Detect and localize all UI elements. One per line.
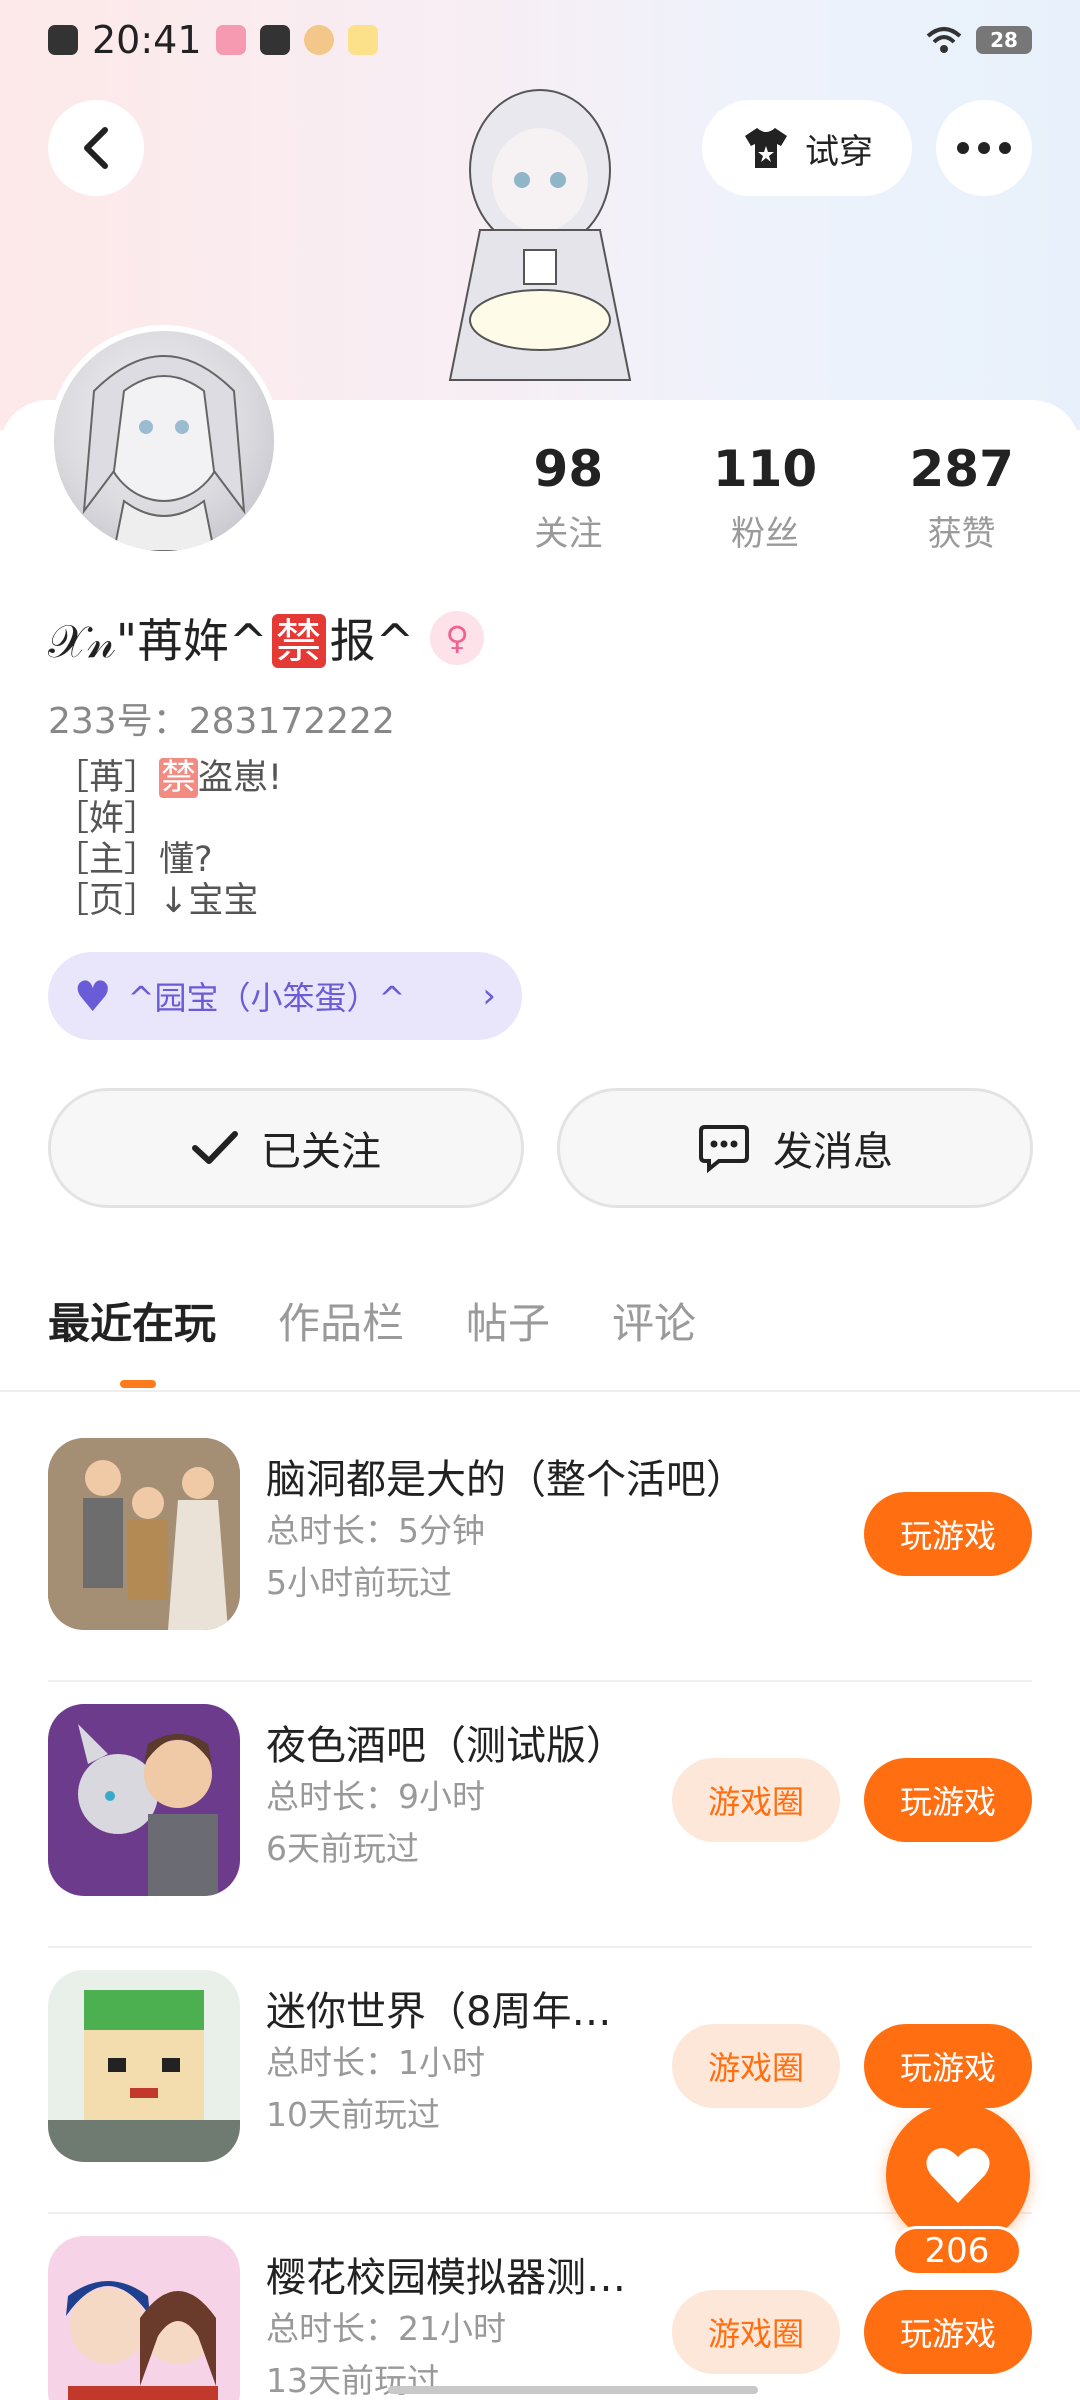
game-circle-button[interactable]: 游戏圈	[672, 1758, 840, 1842]
game-item[interactable]: 夜色酒吧（测试版） 总时长：9小时 6天前玩过 游戏圈 玩游戏	[48, 1682, 1032, 1948]
game-duration: 总时长：1小时	[266, 2043, 485, 2082]
like-count: 206	[892, 2226, 1022, 2276]
banned-badge: 禁	[271, 614, 326, 668]
notification-square-icon	[259, 25, 290, 55]
guild-label: ^园宝（小笨蛋）^	[127, 979, 406, 1017]
play-game-button[interactable]: 玩游戏	[864, 1758, 1032, 1842]
stat-value: 98	[533, 440, 604, 498]
status-bar: 20:41 28	[0, 0, 1080, 80]
tab-recently-played[interactable]: 最近在玩	[48, 1290, 216, 1351]
bio-line: ［姩］	[54, 799, 160, 839]
profile-stats: 98 关注 110 粉丝 287 获赞	[470, 440, 1060, 555]
avatar-illustration	[82, 355, 246, 551]
game-title: 夜色酒吧（测试版）	[266, 1723, 626, 1769]
play-game-button[interactable]: 玩游戏	[864, 1492, 1032, 1576]
bio-line: ［页］↓宝宝	[54, 881, 259, 921]
stat-likes[interactable]: 287 获赞	[863, 440, 1060, 555]
more-dots-icon	[957, 142, 1011, 154]
game-item[interactable]: 迷你世界（8周年… 总时长：1小时 10天前玩过 游戏圈 玩游戏	[48, 1948, 1032, 2214]
notification-app-icon	[215, 25, 246, 55]
close-box-icon	[48, 25, 78, 55]
game-last-played: 10天前玩过	[266, 2095, 440, 2134]
banned-badge: 禁	[159, 758, 199, 798]
stat-label: 粉丝	[731, 514, 799, 554]
profile-tabs: 最近在玩 作品栏 帖子 评论	[48, 1290, 696, 1351]
mascot-illustration	[448, 89, 632, 381]
stat-value: 287	[909, 440, 1014, 498]
try-on-label: 试穿	[805, 131, 873, 172]
monkey-app-icon	[303, 25, 334, 55]
guild-badge[interactable]: ♥ ^园宝（小笨蛋）^ ›	[48, 952, 522, 1040]
bio-line: ［苒］禁盗崽!	[54, 758, 283, 798]
game-duration: 总时长：9小时	[266, 1777, 485, 1816]
active-tab-indicator	[120, 1380, 156, 1388]
game-icon	[48, 1970, 240, 2162]
female-gender-icon: ♀	[430, 611, 485, 665]
more-button[interactable]	[936, 100, 1032, 196]
tabs-divider	[0, 1390, 1080, 1392]
status-time: 20:41	[92, 18, 202, 62]
game-duration: 总时长：21小时	[266, 2309, 506, 2348]
stat-label: 获赞	[927, 514, 996, 554]
score-app-icon	[347, 25, 378, 55]
game-last-played: 6天前玩过	[266, 1829, 419, 1868]
try-on-button[interactable]: 试穿	[702, 100, 912, 196]
avatar[interactable]	[48, 325, 280, 557]
play-game-button[interactable]: 玩游戏	[864, 2024, 1032, 2108]
username-prefix: 𝒳𝓃"苒姩^	[48, 614, 268, 668]
back-arrow-icon	[84, 127, 108, 169]
chevron-right-icon: ›	[482, 976, 496, 1016]
checkmark-icon	[192, 1131, 238, 1164]
followed-label: 已关注	[261, 1129, 381, 1175]
game-title: 樱花校园模拟器测…	[266, 2255, 626, 2301]
game-duration: 总时长：5分钟	[266, 1511, 485, 1550]
game-circle-button[interactable]: 游戏圈	[672, 2290, 840, 2374]
back-button[interactable]	[48, 100, 144, 196]
game-last-played: 5小时前玩过	[266, 1563, 452, 1602]
send-message-button[interactable]: 发消息	[557, 1088, 1033, 1208]
followed-button[interactable]: 已关注	[48, 1088, 524, 1208]
heart-icon	[926, 2148, 990, 2203]
user-id: 233号：283172222	[48, 701, 395, 742]
username-row: 𝒳𝓃"苒姩^ 禁报^ ♀	[48, 605, 485, 671]
home-indicator[interactable]	[388, 2386, 758, 2394]
bio-line: ［主］懂?	[54, 840, 213, 880]
game-circle-button[interactable]: 游戏圈	[672, 2024, 840, 2108]
play-game-button[interactable]: 玩游戏	[864, 2290, 1032, 2374]
wifi-icon	[926, 27, 962, 53]
game-title: 脑洞都是大的（整个活吧）	[266, 1457, 746, 1503]
game-icon	[48, 2236, 240, 2400]
game-title: 迷你世界（8周年…	[266, 1989, 612, 2035]
username-suffix: 报^	[329, 614, 415, 668]
battery-icon: 28	[976, 26, 1032, 54]
game-item[interactable]: 脑洞都是大的（整个活吧） 总时长：5分钟 5小时前玩过 玩游戏	[48, 1416, 1032, 1682]
send-message-label: 发消息	[773, 1129, 893, 1175]
username: 𝒳𝓃"苒姩^ 禁报^	[48, 605, 414, 671]
tab-posts[interactable]: 帖子	[466, 1290, 550, 1351]
tab-works[interactable]: 作品栏	[278, 1290, 404, 1351]
bio: ［苒］禁盗崽! ［姩］ ［主］懂? ［页］↓宝宝	[54, 758, 282, 922]
game-icon	[48, 1438, 240, 1630]
stat-value: 110	[712, 440, 818, 498]
stat-followers[interactable]: 110 粉丝	[667, 440, 864, 555]
game-icon	[48, 1704, 240, 1896]
tshirt-icon	[745, 128, 787, 168]
purple-heart-icon: ♥	[74, 971, 112, 1021]
chat-bubble-icon	[699, 1125, 749, 1173]
tab-comments[interactable]: 评论	[612, 1290, 696, 1351]
game-item[interactable]: 樱花校园模拟器测… 总时长：21小时 13天前玩过 游戏圈 玩游戏	[48, 2214, 1032, 2400]
stat-following[interactable]: 98 关注	[470, 440, 667, 555]
stat-label: 关注	[534, 514, 603, 554]
